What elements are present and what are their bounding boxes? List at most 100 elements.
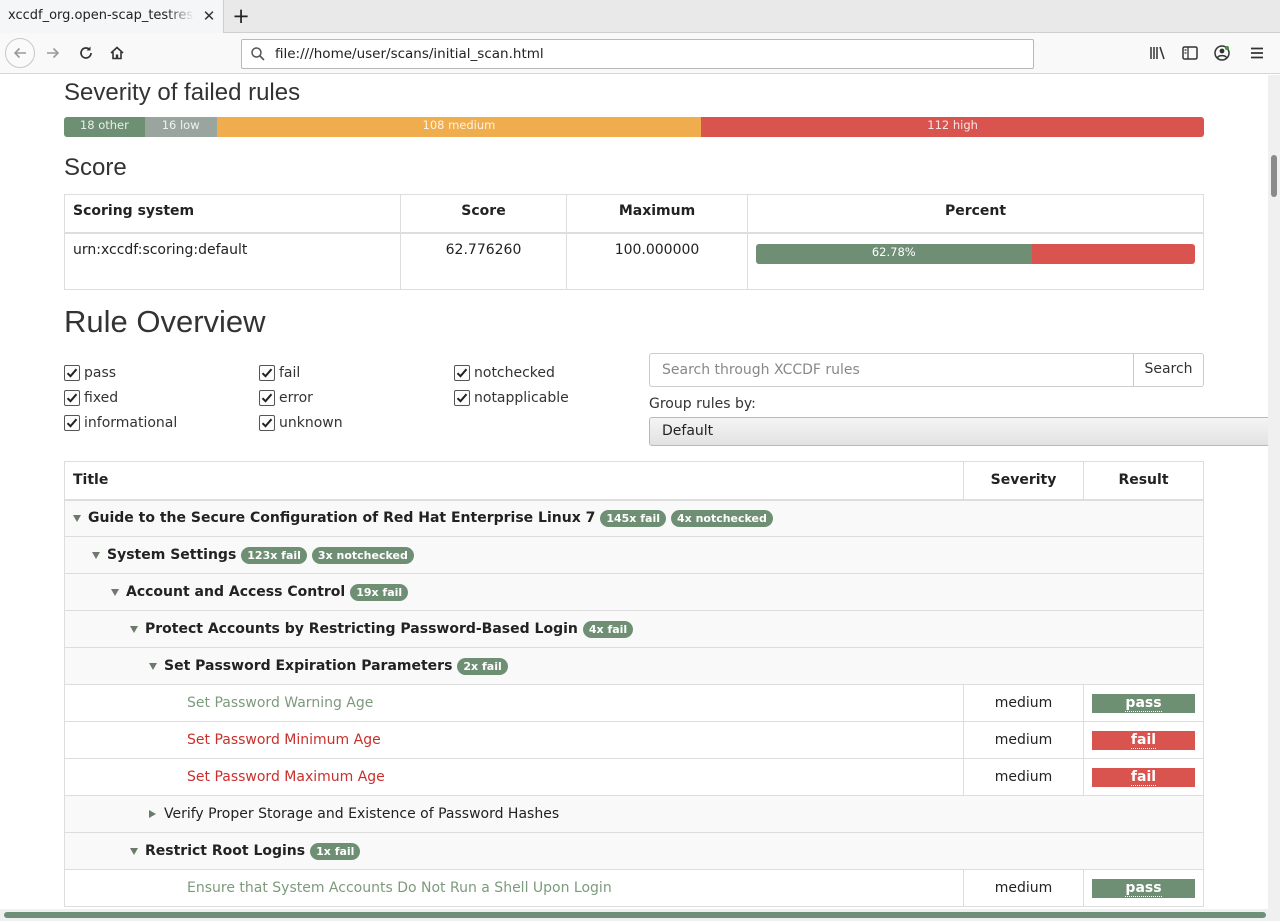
checkbox-unknown[interactable] (259, 415, 275, 431)
result-badge-fail[interactable]: fail (1092, 730, 1195, 750)
browser-tab[interactable]: xccdf_org.open-scap_testresult_xccdf_org… (0, 0, 224, 33)
group-title: Account and Access Control (126, 584, 346, 600)
rule-group-row[interactable]: Restrict Root Logins 1x fail (64, 832, 1204, 870)
severity-heading: Severity of failed rules (64, 79, 301, 106)
filter-pass[interactable]: pass (64, 363, 116, 383)
rule-title-link[interactable]: Set Password Minimum Age (73, 732, 381, 748)
result-badge-pass[interactable]: pass (1092, 693, 1195, 713)
group-rules-select[interactable]: Default (649, 417, 1268, 446)
group-cell: Guide to the Secure Configuration of Red… (64, 499, 1204, 537)
count-badge: 1x fail (310, 842, 361, 860)
count-badge: 2x fail (457, 657, 508, 675)
close-tab-icon[interactable]: ✕ (200, 7, 218, 25)
rule-title-link[interactable]: Set Password Warning Age (73, 695, 373, 711)
rule-group-row[interactable]: Set Password Expiration Parameters 2x fai… (64, 647, 1204, 685)
expanded-arrow-icon[interactable] (111, 588, 119, 596)
score-progress-pass: 62.78% (756, 243, 1032, 264)
group-title: Restrict Root Logins (145, 843, 306, 859)
menu-icon[interactable] (1247, 43, 1267, 63)
rule-row[interactable]: Set Password Minimum Age medium fail (64, 721, 1204, 759)
rule-group-row[interactable]: Verify Proper Storage and Existence of P… (64, 795, 1204, 833)
scoring-system: urn:xccdf:scoring:default (64, 232, 401, 290)
severity-segment: 112 high (701, 117, 1204, 137)
rules-header-title: Title (64, 461, 964, 501)
checkbox-informational[interactable] (64, 415, 80, 431)
rule-title-cell: Set Password Warning Age (64, 684, 964, 722)
address-bar[interactable]: file:///home/user/scans/initial_scan.htm… (241, 39, 1034, 69)
rule-title-link[interactable]: Ensure that System Accounts Do Not Run a… (73, 880, 612, 896)
filter-notchecked[interactable]: notchecked (454, 363, 555, 383)
filter-unknown[interactable]: unknown (259, 413, 343, 433)
score-table: Scoring system Score Maximum Percent urn… (64, 194, 1204, 290)
report-page: Severity of failed rules 18 other 16 low 1… (0, 75, 1268, 909)
vertical-scroll-thumb[interactable] (1271, 155, 1277, 197)
checkbox-pass[interactable] (64, 365, 80, 381)
score-percent-cell: 62.78% (747, 232, 1204, 290)
rule-severity: medium (963, 684, 1084, 722)
home-icon[interactable] (102, 38, 132, 68)
rule-row[interactable]: Ensure that System Accounts Do Not Run a… (64, 869, 1204, 907)
group-title-wrap: Set Password Expiration Parameters 2x fai… (73, 657, 1195, 675)
account-icon[interactable] (1212, 43, 1232, 63)
group-title: System Settings (107, 547, 237, 563)
expanded-arrow-icon[interactable] (92, 551, 100, 559)
result-filters: pass fixed informational fail error unknown no… (64, 363, 644, 443)
back-icon[interactable] (5, 38, 35, 68)
search-button[interactable]: Search (1133, 353, 1204, 387)
count-badge: 19x fail (350, 583, 409, 601)
horizontal-scroll-thumb[interactable] (4, 912, 1266, 918)
filter-label: fixed (84, 390, 119, 406)
rule-group-row[interactable]: Protect Accounts by Restricting Password… (64, 610, 1204, 648)
rule-row[interactable]: Set Password Warning Age medium pass (64, 684, 1204, 722)
rule-title-link[interactable]: Set Password Maximum Age (73, 769, 385, 785)
rule-title-cell: Set Password Maximum Age (64, 758, 964, 796)
new-tab-icon[interactable]: + (229, 3, 253, 29)
filter-fixed[interactable]: fixed (64, 388, 118, 408)
group-title-wrap: Account and Access Control 19x fail (73, 583, 1195, 601)
severity-segment: 18 other (64, 117, 145, 137)
filter-error[interactable]: error (259, 388, 313, 408)
rule-group-row[interactable]: System Settings 123x fail 3x notchecked (64, 536, 1204, 574)
forward-icon[interactable] (38, 38, 68, 68)
checkbox-fixed[interactable] (64, 390, 80, 406)
library-icon[interactable] (1148, 43, 1168, 63)
expanded-arrow-icon[interactable] (73, 514, 81, 522)
checkbox-fail[interactable] (259, 365, 275, 381)
group-cell: Protect Accounts by Restricting Password… (64, 610, 1204, 648)
page-info-icon[interactable] (250, 46, 266, 66)
filter-fail[interactable]: fail (259, 363, 300, 383)
group-cell: System Settings 123x fail 3x notchecked (64, 536, 1204, 574)
checkbox-notapplicable[interactable] (454, 390, 470, 406)
severity-segment: 16 low (144, 117, 217, 137)
rule-result-cell: fail (1083, 721, 1204, 759)
checkbox-error[interactable] (259, 390, 275, 406)
expanded-arrow-icon[interactable] (130, 847, 138, 855)
reload-icon[interactable] (71, 38, 101, 68)
result-badge-pass[interactable]: pass (1092, 878, 1195, 898)
sidebar-icon[interactable] (1180, 43, 1200, 63)
rule-row[interactable]: Set Password Maximum Age medium fail (64, 758, 1204, 796)
group-title-wrap: Restrict Root Logins 1x fail (73, 842, 1195, 860)
filter-label: pass (84, 365, 117, 381)
navigation-toolbar: file:///home/user/scans/initial_scan.htm… (0, 33, 1280, 74)
rule-severity: medium (963, 869, 1084, 907)
filter-notapplicable[interactable]: notapplicable (454, 388, 569, 408)
rule-group-row[interactable]: Guide to the Secure Configuration of Red… (64, 499, 1204, 537)
search-input[interactable]: Search through XCCDF rules (649, 353, 1134, 387)
group-title: Protect Accounts by Restricting Password… (145, 621, 578, 637)
expanded-arrow-icon[interactable] (149, 662, 157, 670)
horizontal-scrollbar[interactable] (0, 909, 1280, 921)
filter-label: error (279, 390, 313, 406)
filter-informational[interactable]: informational (64, 413, 177, 433)
checkbox-notchecked[interactable] (454, 365, 470, 381)
rule-severity: medium (963, 721, 1084, 759)
rule-group-row[interactable]: Account and Access Control 19x fail (64, 573, 1204, 611)
result-label: pass (1125, 694, 1162, 712)
score-value: 62.776260 (400, 232, 567, 290)
result-badge-fail[interactable]: fail (1092, 767, 1195, 787)
group-title: Set Password Expiration Parameters (164, 658, 453, 674)
vertical-scrollbar[interactable] (1268, 75, 1280, 909)
rule-result-cell: pass (1083, 684, 1204, 722)
expanded-arrow-icon[interactable] (130, 625, 138, 633)
collapsed-arrow-icon[interactable] (149, 810, 156, 818)
